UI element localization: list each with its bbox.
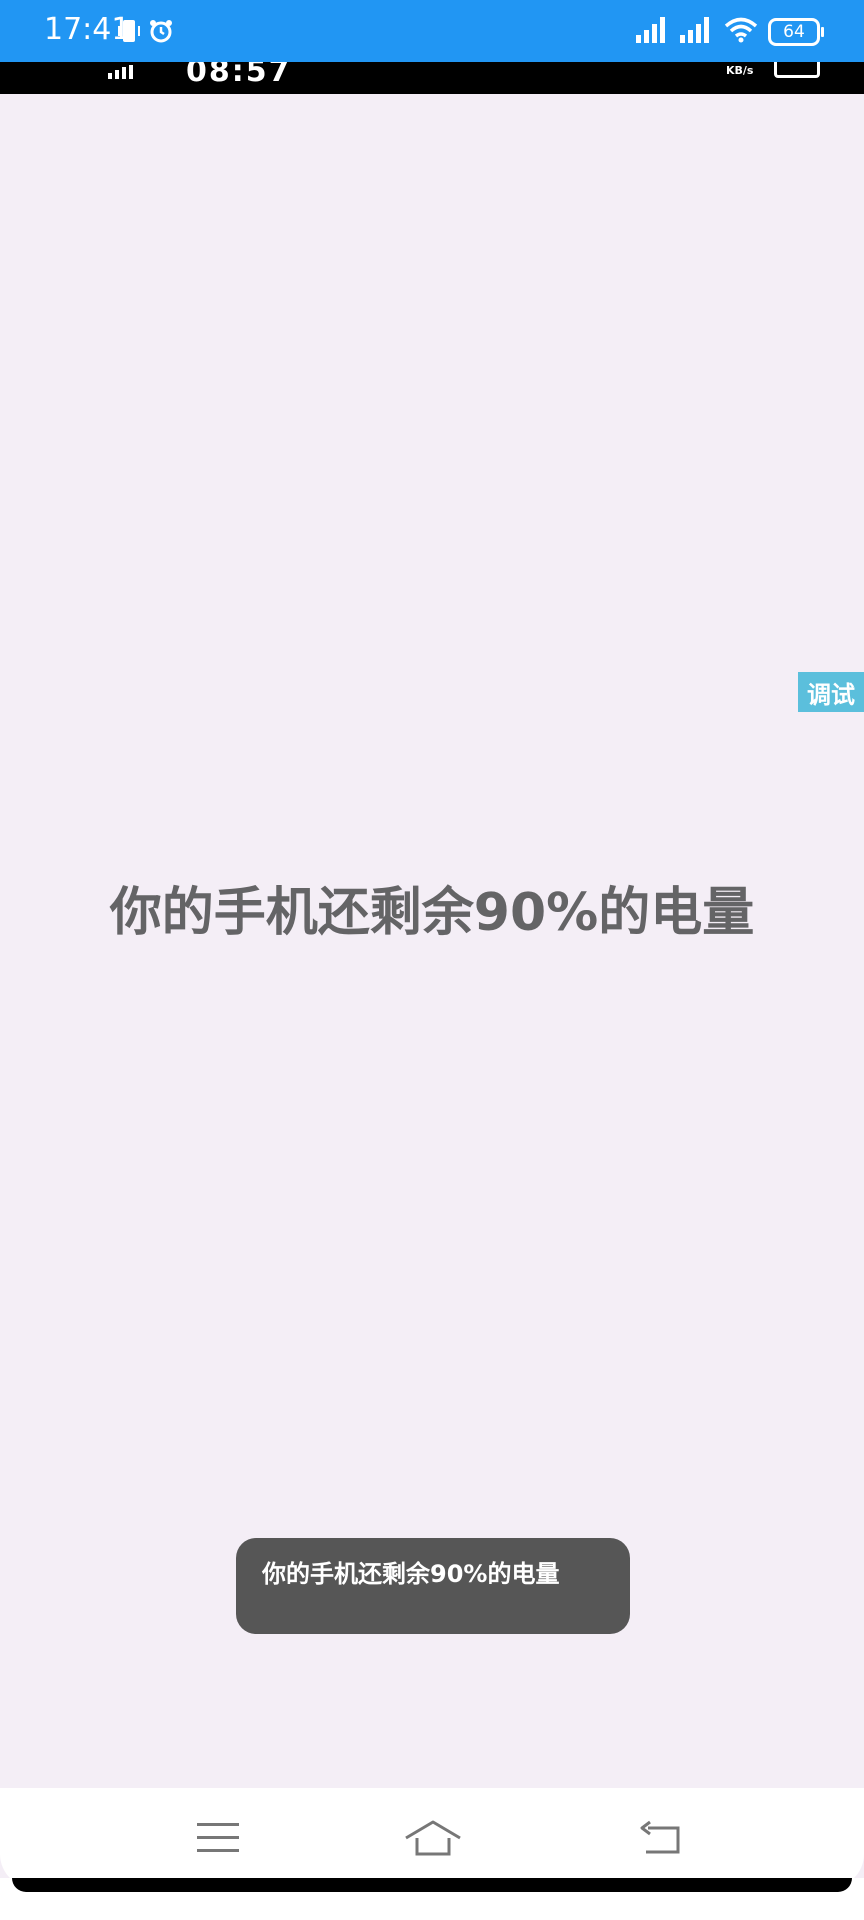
signal-icon	[108, 64, 138, 83]
battery-icon	[774, 62, 820, 78]
debug-button[interactable]: 调试	[798, 672, 864, 712]
menu-button[interactable]	[188, 1810, 248, 1870]
wifi-icon	[724, 16, 758, 48]
inner-speed-unit: KB/s	[726, 64, 754, 77]
bottom-bezel	[12, 1878, 852, 1892]
battery-message: 你的手机还剩余90%的电量	[109, 883, 755, 943]
bottom-edge	[0, 1878, 864, 1920]
battery-level: 64	[783, 22, 805, 42]
inner-status-strip: 08:57 KB/s	[0, 62, 864, 94]
status-bar: 17:41 64	[0, 0, 864, 62]
toast-text: 你的手机还剩余90%的电量	[262, 1560, 560, 1588]
toast-message: 你的手机还剩余90%的电量	[236, 1538, 630, 1634]
home-button[interactable]	[403, 1810, 463, 1870]
back-button[interactable]	[630, 1810, 690, 1870]
signal-icon	[680, 17, 714, 47]
back-icon	[638, 1820, 682, 1860]
navigation-bar	[0, 1788, 864, 1888]
inner-status-time: 08:57	[186, 62, 292, 89]
menu-icon	[197, 1821, 239, 1859]
signal-icon	[636, 17, 670, 47]
alarm-clock-icon	[148, 18, 174, 48]
phone-vibrate-icon	[118, 18, 140, 48]
battery-icon: 64	[768, 18, 824, 46]
home-icon	[404, 1818, 462, 1862]
